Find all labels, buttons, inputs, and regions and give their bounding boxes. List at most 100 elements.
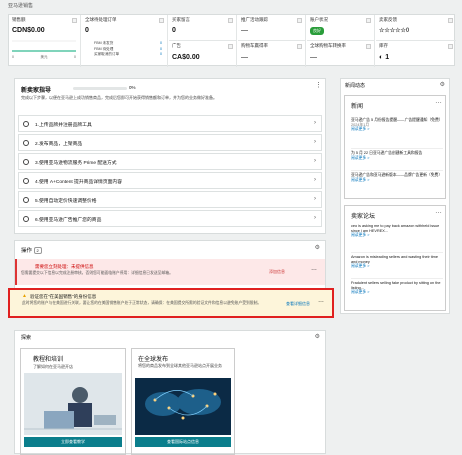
guide-progress-label: 0% — [129, 85, 136, 90]
actions-count-badge: 2 — [33, 247, 42, 254]
read-more-link[interactable]: 阅读更多 > — [351, 127, 443, 132]
metric-title: 账户状况 — [310, 17, 328, 22]
card-button[interactable]: 查看国际站点信息 — [135, 437, 231, 447]
guide-task[interactable]: 1.上传品牌并注册品牌工具 › — [18, 115, 322, 132]
chevron-right-icon: › — [314, 196, 316, 202]
radio-circle[interactable] — [23, 121, 29, 127]
card-description: 了解如何在亚马逊开店 — [33, 364, 73, 369]
metric-title: 卖家反馈 — [379, 17, 397, 22]
alert-title: 验证您在"在美国销售"的身份信息 — [30, 294, 97, 299]
news-item[interactable]: 亚马逊广告和亚马逊新版本——品牌广告更新（免费） 阅读更多 > — [351, 170, 443, 182]
guide-task[interactable]: 4.使用 A+Content 提升商品详情页面内容 › — [18, 172, 322, 189]
card-description: 将您的商品发布到全球其他亚马逊站点开展业务 — [138, 363, 222, 368]
more-options-icon[interactable]: … — [318, 298, 324, 304]
chevron-down-icon[interactable] — [159, 18, 164, 23]
chevron-down-icon[interactable] — [228, 44, 233, 49]
section-heading: 新闻 — [351, 104, 364, 110]
card-title: 教程和培训 — [33, 357, 64, 363]
warning-icon: ▲ — [22, 293, 27, 299]
chevron-down-icon[interactable] — [448, 44, 453, 49]
alert-link[interactable]: 查看详细信息 — [286, 301, 310, 307]
metric-account-health[interactable]: 账户状况 良好 — [307, 15, 375, 41]
news-item[interactable]: 亚马逊广告 5 月份报告提醒——广告提醒通知（免费） 2024年1月 阅读更多 … — [351, 118, 443, 132]
forum-text: Fradulent sellers selling fake product b… — [351, 281, 441, 290]
chevron-down-icon[interactable] — [72, 18, 77, 23]
actions-card: 操作 2 ⚙ 需要您立刻处理：未提供信息 您需要提交以下信息以完成注册审核，否则… — [8, 240, 334, 318]
guide-task[interactable]: 2.发布商品，上架商品 › — [18, 134, 322, 151]
chevron-down-icon[interactable] — [366, 44, 371, 49]
chevron-down-icon[interactable] — [297, 18, 302, 23]
alert-critical[interactable]: 需要您立刻处理：未提供信息 您需要提交以下信息以完成注册审核，否则您可能面临账户… — [15, 259, 325, 285]
alert-warning[interactable]: ▲ 验证您在"在美国销售"的身份信息 此时将您的账户与在美国进行关联，要让您的在… — [8, 288, 334, 318]
task-label: 3.使用亚马逊物流服务 Prime 配送方式 — [35, 161, 117, 166]
metric-orders[interactable]: 全球待处理订单 0 FBM 未发货 0 FBM 待处理 0 买家取消的订单 0 — [82, 15, 168, 67]
guide-task[interactable]: 3.使用亚马逊物流服务 Prime 配送方式 › — [18, 153, 322, 170]
radio-circle[interactable] — [23, 197, 29, 203]
metric-inventory[interactable]: 库存 ◐ 1 — [376, 41, 456, 67]
forum-item[interactable]: Amazon is misleading sellers and wasting… — [351, 252, 443, 269]
chevron-right-icon: › — [314, 215, 316, 221]
gear-icon[interactable]: ⚙ — [315, 244, 320, 251]
alert-link[interactable]: 添加信息 — [269, 269, 285, 275]
orders-breakdown: FBM 未发货 0 FBM 待处理 0 买家取消的订单 0 — [94, 41, 162, 56]
gear-icon[interactable]: ⚙ — [315, 333, 320, 340]
read-more-link[interactable]: 阅读更多 > — [351, 156, 443, 161]
chevron-right-icon: › — [314, 139, 316, 145]
radio-circle[interactable] — [23, 159, 29, 165]
explore-card: 探索 ⚙ 教程和培训 了解如何在亚马逊开店 立即查看教学 在全球发布 将您的商品… — [14, 330, 326, 455]
metric-ads[interactable]: 广告 CA$0.00 — [169, 41, 237, 67]
card-button[interactable]: 立即查看教学 — [24, 437, 122, 447]
metric-value: 0 — [172, 27, 176, 34]
sales-axis: 0 美元 0 — [12, 55, 76, 59]
radio-circle[interactable] — [23, 216, 29, 222]
more-options-icon[interactable]: ⋮ — [315, 81, 322, 89]
read-more-link[interactable]: 阅读更多 > — [351, 178, 443, 183]
card-title: 在全球发布 — [138, 357, 169, 363]
chevron-down-icon[interactable] — [297, 44, 302, 49]
read-more-link[interactable]: 阅读更多 > — [351, 264, 443, 269]
tutorial-image — [24, 373, 122, 435]
news-item[interactable]: 为 5 月 22 日亚马逊广告创建新工具和报告 阅读更多 > — [351, 148, 443, 160]
chevron-right-icon: › — [314, 177, 316, 183]
forum-item[interactable]: ceo is asking me to pay back amazon with… — [351, 224, 443, 238]
read-more-link[interactable]: 阅读更多 > — [351, 233, 443, 238]
metrics-panel: 销售额 CDN$0.00 0 美元 0 全球待处理订单 0 FBM 未发货 0 FBM… — [8, 14, 456, 67]
metric-sales[interactable]: 销售额 CDN$0.00 0 美元 0 — [9, 15, 81, 67]
task-label: 1.上传品牌并注册品牌工具 — [35, 123, 92, 128]
task-label: 4.使用 A+Content 提升商品详情页面内容 — [35, 180, 123, 185]
metric-global-conversion[interactable]: 全球购物车转换率 — — [307, 41, 375, 67]
metric-messages[interactable]: 买家留言 0 — [169, 15, 237, 41]
guide-task[interactable]: 6.使用亚马逊广告推广您的商品 › — [18, 210, 322, 227]
metric-buybox[interactable]: 购物车赢得率 — — [238, 41, 306, 67]
metric-seller-feedback[interactable]: 卖家反馈 ☆☆☆☆☆0 — [376, 15, 456, 41]
metric-title: 买家留言 — [172, 17, 190, 22]
more-options-icon[interactable]: … — [311, 266, 317, 272]
actions-title: 操作 2 — [21, 246, 42, 254]
metric-promo-tracking[interactable]: 推广活动跟踪 — — [238, 15, 306, 41]
sales-sparkline — [12, 40, 76, 52]
chevron-down-icon[interactable] — [448, 18, 453, 23]
forum-item[interactable]: Fradulent sellers selling fake product b… — [351, 278, 443, 295]
metric-title: 推广活动跟踪 — [241, 17, 268, 22]
metric-title: 全球购物车转换率 — [310, 43, 346, 48]
metric-value: — — [241, 54, 248, 61]
metric-value: — — [310, 54, 317, 61]
news-sidebar: 新闻动态 ⚙ 新闻 … 亚马逊广告 5 月份报告提醒——广告提醒通知（免费） 2… — [340, 78, 450, 314]
radio-circle[interactable] — [23, 178, 29, 184]
read-more-link[interactable]: 阅读更多 > — [351, 290, 443, 295]
more-options-icon[interactable]: … — [435, 208, 442, 215]
more-options-icon[interactable]: … — [435, 98, 442, 105]
metric-value: 0 — [85, 27, 89, 34]
gear-icon[interactable]: ⚙ — [440, 81, 445, 88]
task-label: 2.发布商品，上架商品 — [35, 142, 83, 147]
news-text: 亚马逊广告 5 月份报告提醒——广告提醒通知（免费） — [351, 118, 443, 122]
chevron-right-icon: › — [314, 120, 316, 126]
radio-circle[interactable] — [23, 140, 29, 146]
task-label: 5.使用自动定价快速调整价格 — [35, 199, 97, 204]
chevron-down-icon[interactable] — [228, 18, 233, 23]
chevron-down-icon[interactable] — [366, 18, 371, 23]
explore-title: 探索 — [21, 335, 32, 341]
explore-tutorial-card[interactable]: 教程和培训 了解如何在亚马逊开店 立即查看教学 — [20, 348, 126, 455]
explore-global-card[interactable]: 在全球发布 将您的商品发布到全球其他亚马逊站点开展业务 查看国际站点信息 — [131, 348, 235, 455]
guide-task[interactable]: 5.使用自动定价快速调整价格 › — [18, 191, 322, 208]
